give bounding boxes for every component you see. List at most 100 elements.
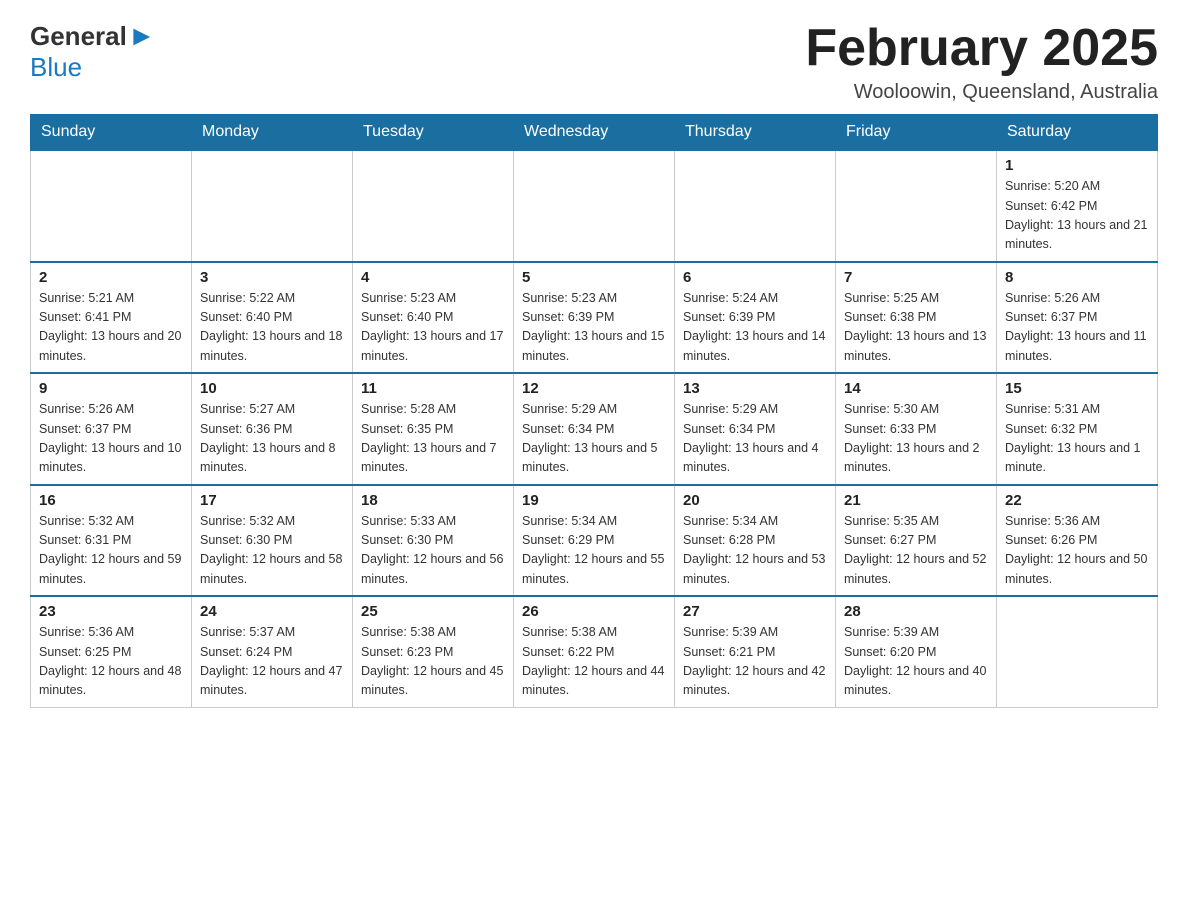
calendar-cell: 9 Sunrise: 5:26 AMSunset: 6:37 PMDaylight… xyxy=(31,373,192,485)
day-info: Sunrise: 5:34 AMSunset: 6:29 PMDaylight:… xyxy=(522,512,666,590)
calendar-table: SundayMondayTuesdayWednesdayThursdayFrid… xyxy=(30,114,1158,708)
calendar-cell: 1Sunrise: 5:20 AMSunset: 6:42 PMDaylight… xyxy=(997,150,1158,262)
week-row-3: 9 Sunrise: 5:26 AMSunset: 6:37 PMDaylight… xyxy=(31,373,1158,485)
calendar-cell xyxy=(192,150,353,262)
calendar-cell: 14 Sunrise: 5:30 AMSunset: 6:33 PMDayligh… xyxy=(836,373,997,485)
day-number: 2 xyxy=(39,269,183,286)
title-block: February 2025 Wooloowin, Queensland, Aus… xyxy=(805,20,1158,104)
day-info: Sunrise: 5:32 AMSunset: 6:30 PMDaylight:… xyxy=(200,512,344,590)
day-info: Sunrise: 5:26 AMSunset: 6:37 PMDaylight:… xyxy=(39,400,183,478)
week-row-2: 2Sunrise: 5:21 AMSunset: 6:41 PMDaylight… xyxy=(31,262,1158,374)
day-info: Sunrise: 5:39 AMSunset: 6:21 PMDaylight:… xyxy=(683,623,827,701)
day-number: 17 xyxy=(200,492,344,509)
calendar-cell: 20 Sunrise: 5:34 AMSunset: 6:28 PMDayligh… xyxy=(675,485,836,597)
calendar-cell: 2Sunrise: 5:21 AMSunset: 6:41 PMDaylight… xyxy=(31,262,192,374)
day-info: Sunrise: 5:20 AMSunset: 6:42 PMDaylight:… xyxy=(1005,177,1149,255)
day-number: 15 xyxy=(1005,380,1149,397)
calendar-cell: 18 Sunrise: 5:33 AMSunset: 6:30 PMDayligh… xyxy=(353,485,514,597)
day-info: Sunrise: 5:33 AMSunset: 6:30 PMDaylight:… xyxy=(361,512,505,590)
calendar-cell: 8 Sunrise: 5:26 AMSunset: 6:37 PMDaylight… xyxy=(997,262,1158,374)
day-number: 14 xyxy=(844,380,988,397)
day-info: Sunrise: 5:27 AMSunset: 6:36 PMDaylight:… xyxy=(200,400,344,478)
week-row-4: 16 Sunrise: 5:32 AMSunset: 6:31 PMDayligh… xyxy=(31,485,1158,597)
month-title: February 2025 xyxy=(805,20,1158,77)
day-info: Sunrise: 5:26 AMSunset: 6:37 PMDaylight:… xyxy=(1005,289,1149,367)
day-info: Sunrise: 5:38 AMSunset: 6:22 PMDaylight:… xyxy=(522,623,666,701)
day-number: 27 xyxy=(683,603,827,620)
day-number: 26 xyxy=(522,603,666,620)
weekday-header-saturday: Saturday xyxy=(997,115,1158,151)
day-info: Sunrise: 5:37 AMSunset: 6:24 PMDaylight:… xyxy=(200,623,344,701)
day-info: Sunrise: 5:30 AMSunset: 6:33 PMDaylight:… xyxy=(844,400,988,478)
day-info: Sunrise: 5:36 AMSunset: 6:26 PMDaylight:… xyxy=(1005,512,1149,590)
weekday-header-thursday: Thursday xyxy=(675,115,836,151)
weekday-header-sunday: Sunday xyxy=(31,115,192,151)
weekday-header-monday: Monday xyxy=(192,115,353,151)
day-number: 13 xyxy=(683,380,827,397)
day-info: Sunrise: 5:22 AMSunset: 6:40 PMDaylight:… xyxy=(200,289,344,367)
logo-general-text: General xyxy=(30,21,127,52)
day-number: 5 xyxy=(522,269,666,286)
day-number: 11 xyxy=(361,380,505,397)
calendar-cell: 12Sunrise: 5:29 AMSunset: 6:34 PMDayligh… xyxy=(514,373,675,485)
calendar-cell xyxy=(353,150,514,262)
day-info: Sunrise: 5:38 AMSunset: 6:23 PMDaylight:… xyxy=(361,623,505,701)
day-number: 6 xyxy=(683,269,827,286)
calendar-cell: 4Sunrise: 5:23 AMSunset: 6:40 PMDaylight… xyxy=(353,262,514,374)
calendar-cell xyxy=(31,150,192,262)
calendar-cell xyxy=(836,150,997,262)
location-subtitle: Wooloowin, Queensland, Australia xyxy=(805,81,1158,104)
day-number: 24 xyxy=(200,603,344,620)
calendar-cell: 17 Sunrise: 5:32 AMSunset: 6:30 PMDayligh… xyxy=(192,485,353,597)
day-info: Sunrise: 5:23 AMSunset: 6:40 PMDaylight:… xyxy=(361,289,505,367)
logo: General ► Blue xyxy=(30,20,157,83)
calendar-cell: 25 Sunrise: 5:38 AMSunset: 6:23 PMDayligh… xyxy=(353,596,514,707)
day-number: 12 xyxy=(522,380,666,397)
day-number: 20 xyxy=(683,492,827,509)
day-number: 22 xyxy=(1005,492,1149,509)
day-number: 7 xyxy=(844,269,988,286)
calendar-header-row: SundayMondayTuesdayWednesdayThursdayFrid… xyxy=(31,115,1158,151)
day-info: Sunrise: 5:32 AMSunset: 6:31 PMDaylight:… xyxy=(39,512,183,590)
calendar-cell: 27 Sunrise: 5:39 AMSunset: 6:21 PMDayligh… xyxy=(675,596,836,707)
day-info: Sunrise: 5:25 AMSunset: 6:38 PMDaylight:… xyxy=(844,289,988,367)
calendar-cell: 24 Sunrise: 5:37 AMSunset: 6:24 PMDayligh… xyxy=(192,596,353,707)
day-number: 8 xyxy=(1005,269,1149,286)
weekday-header-friday: Friday xyxy=(836,115,997,151)
weekday-header-tuesday: Tuesday xyxy=(353,115,514,151)
calendar-cell: 26 Sunrise: 5:38 AMSunset: 6:22 PMDayligh… xyxy=(514,596,675,707)
day-info: Sunrise: 5:23 AMSunset: 6:39 PMDaylight:… xyxy=(522,289,666,367)
day-number: 16 xyxy=(39,492,183,509)
logo-blue-text: Blue xyxy=(30,52,82,83)
day-number: 21 xyxy=(844,492,988,509)
calendar-cell: 16 Sunrise: 5:32 AMSunset: 6:31 PMDayligh… xyxy=(31,485,192,597)
calendar-cell: 15 Sunrise: 5:31 AMSunset: 6:32 PMDayligh… xyxy=(997,373,1158,485)
calendar-cell: 7 Sunrise: 5:25 AMSunset: 6:38 PMDaylight… xyxy=(836,262,997,374)
day-number: 25 xyxy=(361,603,505,620)
day-number: 3 xyxy=(200,269,344,286)
calendar-cell: 13 Sunrise: 5:29 AMSunset: 6:34 PMDayligh… xyxy=(675,373,836,485)
logo-arrow-icon: ► xyxy=(128,20,156,52)
week-row-1: 1Sunrise: 5:20 AMSunset: 6:42 PMDaylight… xyxy=(31,150,1158,262)
calendar-cell: 21Sunrise: 5:35 AMSunset: 6:27 PMDayligh… xyxy=(836,485,997,597)
day-info: Sunrise: 5:34 AMSunset: 6:28 PMDaylight:… xyxy=(683,512,827,590)
day-info: Sunrise: 5:29 AMSunset: 6:34 PMDaylight:… xyxy=(683,400,827,478)
day-info: Sunrise: 5:31 AMSunset: 6:32 PMDaylight:… xyxy=(1005,400,1149,478)
day-number: 19 xyxy=(522,492,666,509)
calendar-cell xyxy=(514,150,675,262)
calendar-cell: 11Sunrise: 5:28 AMSunset: 6:35 PMDayligh… xyxy=(353,373,514,485)
calendar-cell: 10 Sunrise: 5:27 AMSunset: 6:36 PMDayligh… xyxy=(192,373,353,485)
calendar-cell xyxy=(997,596,1158,707)
calendar-cell xyxy=(675,150,836,262)
day-number: 18 xyxy=(361,492,505,509)
day-info: Sunrise: 5:36 AMSunset: 6:25 PMDaylight:… xyxy=(39,623,183,701)
calendar-cell: 22 Sunrise: 5:36 AMSunset: 6:26 PMDayligh… xyxy=(997,485,1158,597)
calendar-cell: 3 Sunrise: 5:22 AMSunset: 6:40 PMDaylight… xyxy=(192,262,353,374)
day-info: Sunrise: 5:39 AMSunset: 6:20 PMDaylight:… xyxy=(844,623,988,701)
calendar-cell: 5 Sunrise: 5:23 AMSunset: 6:39 PMDaylight… xyxy=(514,262,675,374)
weekday-header-wednesday: Wednesday xyxy=(514,115,675,151)
day-number: 9 xyxy=(39,380,183,397)
week-row-5: 23Sunrise: 5:36 AMSunset: 6:25 PMDayligh… xyxy=(31,596,1158,707)
day-number: 10 xyxy=(200,380,344,397)
calendar-cell: 6Sunrise: 5:24 AMSunset: 6:39 PMDaylight… xyxy=(675,262,836,374)
